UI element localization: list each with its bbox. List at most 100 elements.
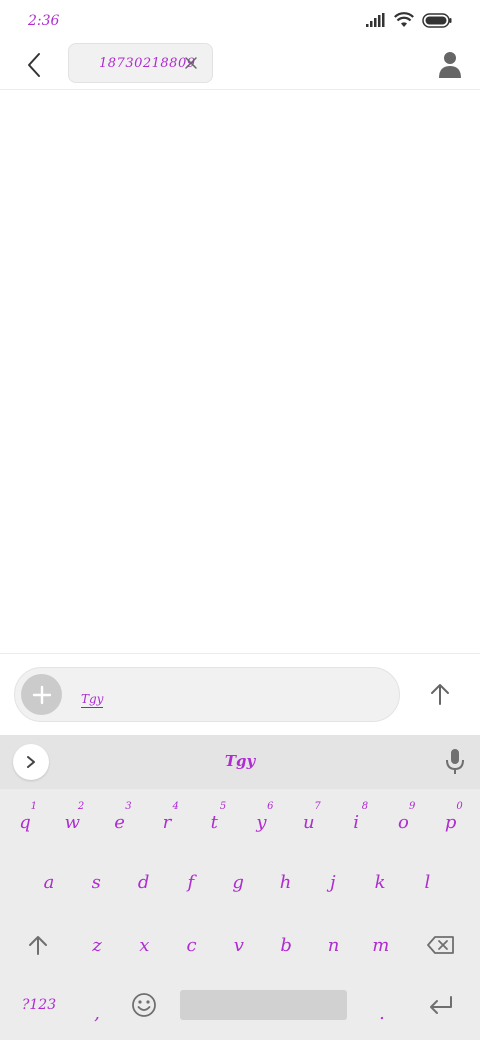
key-label: n [327, 934, 340, 956]
key-p[interactable]: p0 [431, 797, 471, 847]
shift-key[interactable] [18, 920, 58, 970]
key-label: q [19, 811, 31, 833]
key-label: p [444, 811, 457, 833]
key-label: j [330, 871, 336, 893]
emoji-icon [132, 993, 156, 1017]
symbols-key[interactable]: ?123 [14, 980, 64, 1030]
key-hint: 4 [172, 801, 179, 812]
enter-icon [430, 996, 452, 1014]
suggestion-bar: Tgy [0, 735, 480, 789]
key-n[interactable]: n [314, 920, 354, 970]
key-y[interactable]: y6 [242, 797, 282, 847]
suggestion-word[interactable]: Tgy [190, 752, 290, 770]
key-label: s [91, 871, 101, 893]
key-label: o [397, 811, 409, 833]
key-hint: 8 [361, 801, 369, 812]
keyboard: Tgy q1w2e3r4t5y6u7i8o9p0 asdfghjkl zxcvb… [0, 735, 480, 1040]
key-label: h [279, 871, 292, 893]
battery-icon [422, 12, 452, 28]
wifi-icon [394, 12, 414, 27]
key-label: g [232, 871, 244, 893]
key-q[interactable]: q1 [5, 797, 45, 847]
key-hint: 6 [267, 801, 274, 812]
key-label: c [186, 934, 197, 956]
space-key[interactable] [180, 990, 347, 1020]
key-hint: 9 [409, 801, 416, 812]
key-f[interactable]: f [171, 857, 211, 907]
key-label: r [162, 811, 172, 833]
recipient-number: 18730218809 [99, 56, 196, 71]
key-label: b [280, 934, 292, 956]
key-a[interactable]: a [29, 857, 69, 907]
backspace-key[interactable] [421, 920, 461, 970]
key-h[interactable]: h [266, 857, 306, 907]
comma-key[interactable]: , [77, 988, 117, 1038]
key-label: d [137, 871, 150, 893]
message-list[interactable] [0, 91, 480, 653]
contact-button[interactable] [436, 50, 464, 80]
close-icon[interactable] [184, 56, 198, 70]
key-hint: 1 [30, 801, 37, 812]
conversation-header: 18730218809 [0, 42, 480, 90]
attach-button[interactable] [21, 674, 62, 715]
key-l[interactable]: l [407, 857, 447, 907]
key-i[interactable]: i8 [336, 797, 376, 847]
signal-icon [366, 13, 385, 27]
backspace-icon [427, 936, 454, 954]
key-g[interactable]: g [218, 857, 258, 907]
key-label: y [256, 811, 267, 833]
send-button[interactable] [424, 678, 456, 710]
key-s[interactable]: s [76, 857, 116, 907]
key-hint: 0 [456, 801, 463, 812]
key-j[interactable]: j [313, 857, 353, 907]
arrow-up-icon [431, 684, 449, 705]
key-c[interactable]: c [172, 920, 212, 970]
status-icons [366, 12, 452, 28]
key-label: m [372, 934, 390, 956]
emoji-key[interactable] [124, 980, 164, 1030]
key-label: f [187, 871, 195, 893]
key-hint: 2 [77, 801, 85, 812]
expand-toolbar-button[interactable] [13, 744, 49, 780]
status-time: 2:36 [28, 13, 60, 29]
key-label: w [64, 811, 80, 833]
compose-bar: Tgy [0, 653, 480, 735]
key-r[interactable]: r4 [147, 797, 187, 847]
key-v[interactable]: v [219, 920, 259, 970]
key-label: k [374, 871, 386, 893]
back-button[interactable] [18, 48, 50, 82]
period-key[interactable]: . [362, 988, 402, 1038]
recipient-chip[interactable]: 18730218809 [68, 43, 213, 83]
mic-icon [446, 749, 464, 774]
key-t[interactable]: t5 [194, 797, 234, 847]
key-m[interactable]: m [361, 920, 401, 970]
key-label: t [210, 811, 218, 833]
comma-key-label: , [94, 1002, 100, 1024]
key-e[interactable]: e3 [100, 797, 140, 847]
plus-icon [32, 685, 51, 704]
key-x[interactable]: x [124, 920, 164, 970]
key-z[interactable]: z [77, 920, 117, 970]
chevron-left-icon [28, 53, 40, 77]
voice-input-button[interactable] [442, 748, 468, 776]
key-label: x [139, 934, 150, 956]
key-hint: 3 [125, 801, 132, 812]
chevron-right-icon [27, 756, 35, 768]
key-w[interactable]: w2 [52, 797, 92, 847]
key-k[interactable]: k [360, 857, 400, 907]
enter-key[interactable] [421, 980, 461, 1030]
key-o[interactable]: o9 [383, 797, 423, 847]
key-label: a [43, 871, 55, 893]
shift-icon [29, 936, 47, 955]
key-label: e [114, 811, 125, 833]
key-label: i [353, 811, 359, 833]
key-hint: 5 [219, 801, 227, 812]
key-label: z [92, 934, 102, 956]
person-icon [439, 52, 461, 78]
key-d[interactable]: d [124, 857, 164, 907]
key-hint: 7 [314, 801, 321, 812]
key-b[interactable]: b [266, 920, 306, 970]
key-label: l [424, 871, 431, 893]
message-input[interactable]: Tgy [14, 667, 400, 722]
key-u[interactable]: u7 [289, 797, 329, 847]
